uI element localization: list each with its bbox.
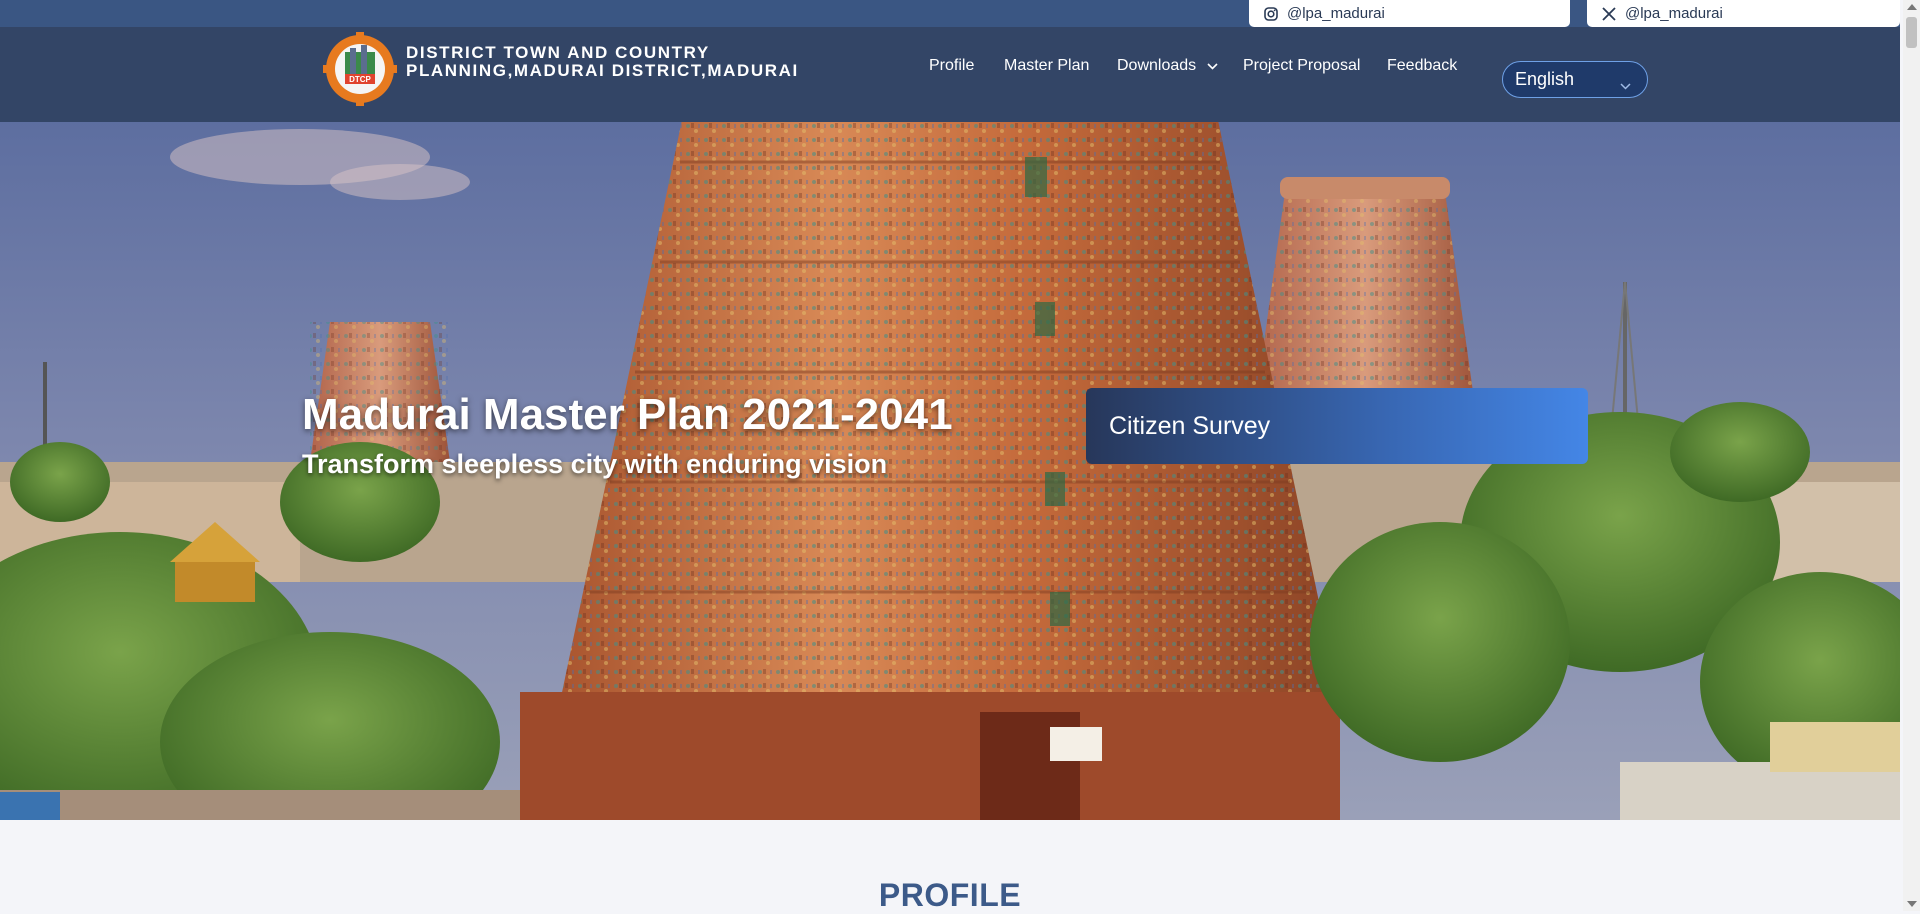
hero-subtitle: Transform sleepless city with enduring v… (302, 449, 888, 479)
nav-profile[interactable]: Profile (929, 57, 974, 75)
chevron-down-icon (1207, 57, 1218, 75)
hero-title: Madurai Master Plan 2021-2041 (302, 390, 953, 439)
language-selected: English (1515, 69, 1575, 89)
hero-banner: Madurai Master Plan 2021-2041 Transform … (0, 122, 1900, 820)
temple-background-image (0, 122, 1900, 820)
nav-downloads[interactable]: Downloads (1117, 57, 1218, 75)
nav-master-plan[interactable]: Master Plan (1004, 57, 1089, 75)
scroll-up-icon[interactable] (1907, 4, 1917, 10)
x-handle: @lpa_madurai (1625, 5, 1723, 22)
site-header: DTCP DISTRICT TOWN AND COUNTRY PLANNING,… (0, 27, 1900, 122)
language-select[interactable]: English (1502, 61, 1648, 98)
x-link[interactable]: @lpa_madurai (1587, 0, 1900, 27)
top-social-bar: @lpa_madurai @lpa_madurai (0, 0, 1900, 27)
nav-feedback[interactable]: Feedback (1387, 57, 1457, 75)
instagram-handle: @lpa_madurai (1287, 5, 1385, 22)
nav-project-proposal[interactable]: Project Proposal (1243, 57, 1360, 75)
instagram-link[interactable]: @lpa_madurai (1249, 0, 1570, 27)
scrollbar-thumb[interactable] (1906, 17, 1917, 48)
nav-downloads-label: Downloads (1117, 57, 1197, 75)
x-icon (1601, 6, 1617, 22)
profile-heading: PROFILE (878, 877, 1022, 913)
dtcp-logo[interactable]: DTCP (323, 32, 397, 106)
organization-name: DISTRICT TOWN AND COUNTRY PLANNING,MADUR… (406, 43, 799, 80)
citizen-survey-button[interactable]: Citizen Survey (1086, 388, 1588, 464)
page-scrollbar[interactable] (1903, 0, 1920, 911)
scroll-down-icon[interactable] (1907, 901, 1917, 907)
logo-text: DTCP (349, 75, 371, 84)
chevron-down-icon (1620, 74, 1631, 95)
instagram-icon (1263, 6, 1279, 22)
